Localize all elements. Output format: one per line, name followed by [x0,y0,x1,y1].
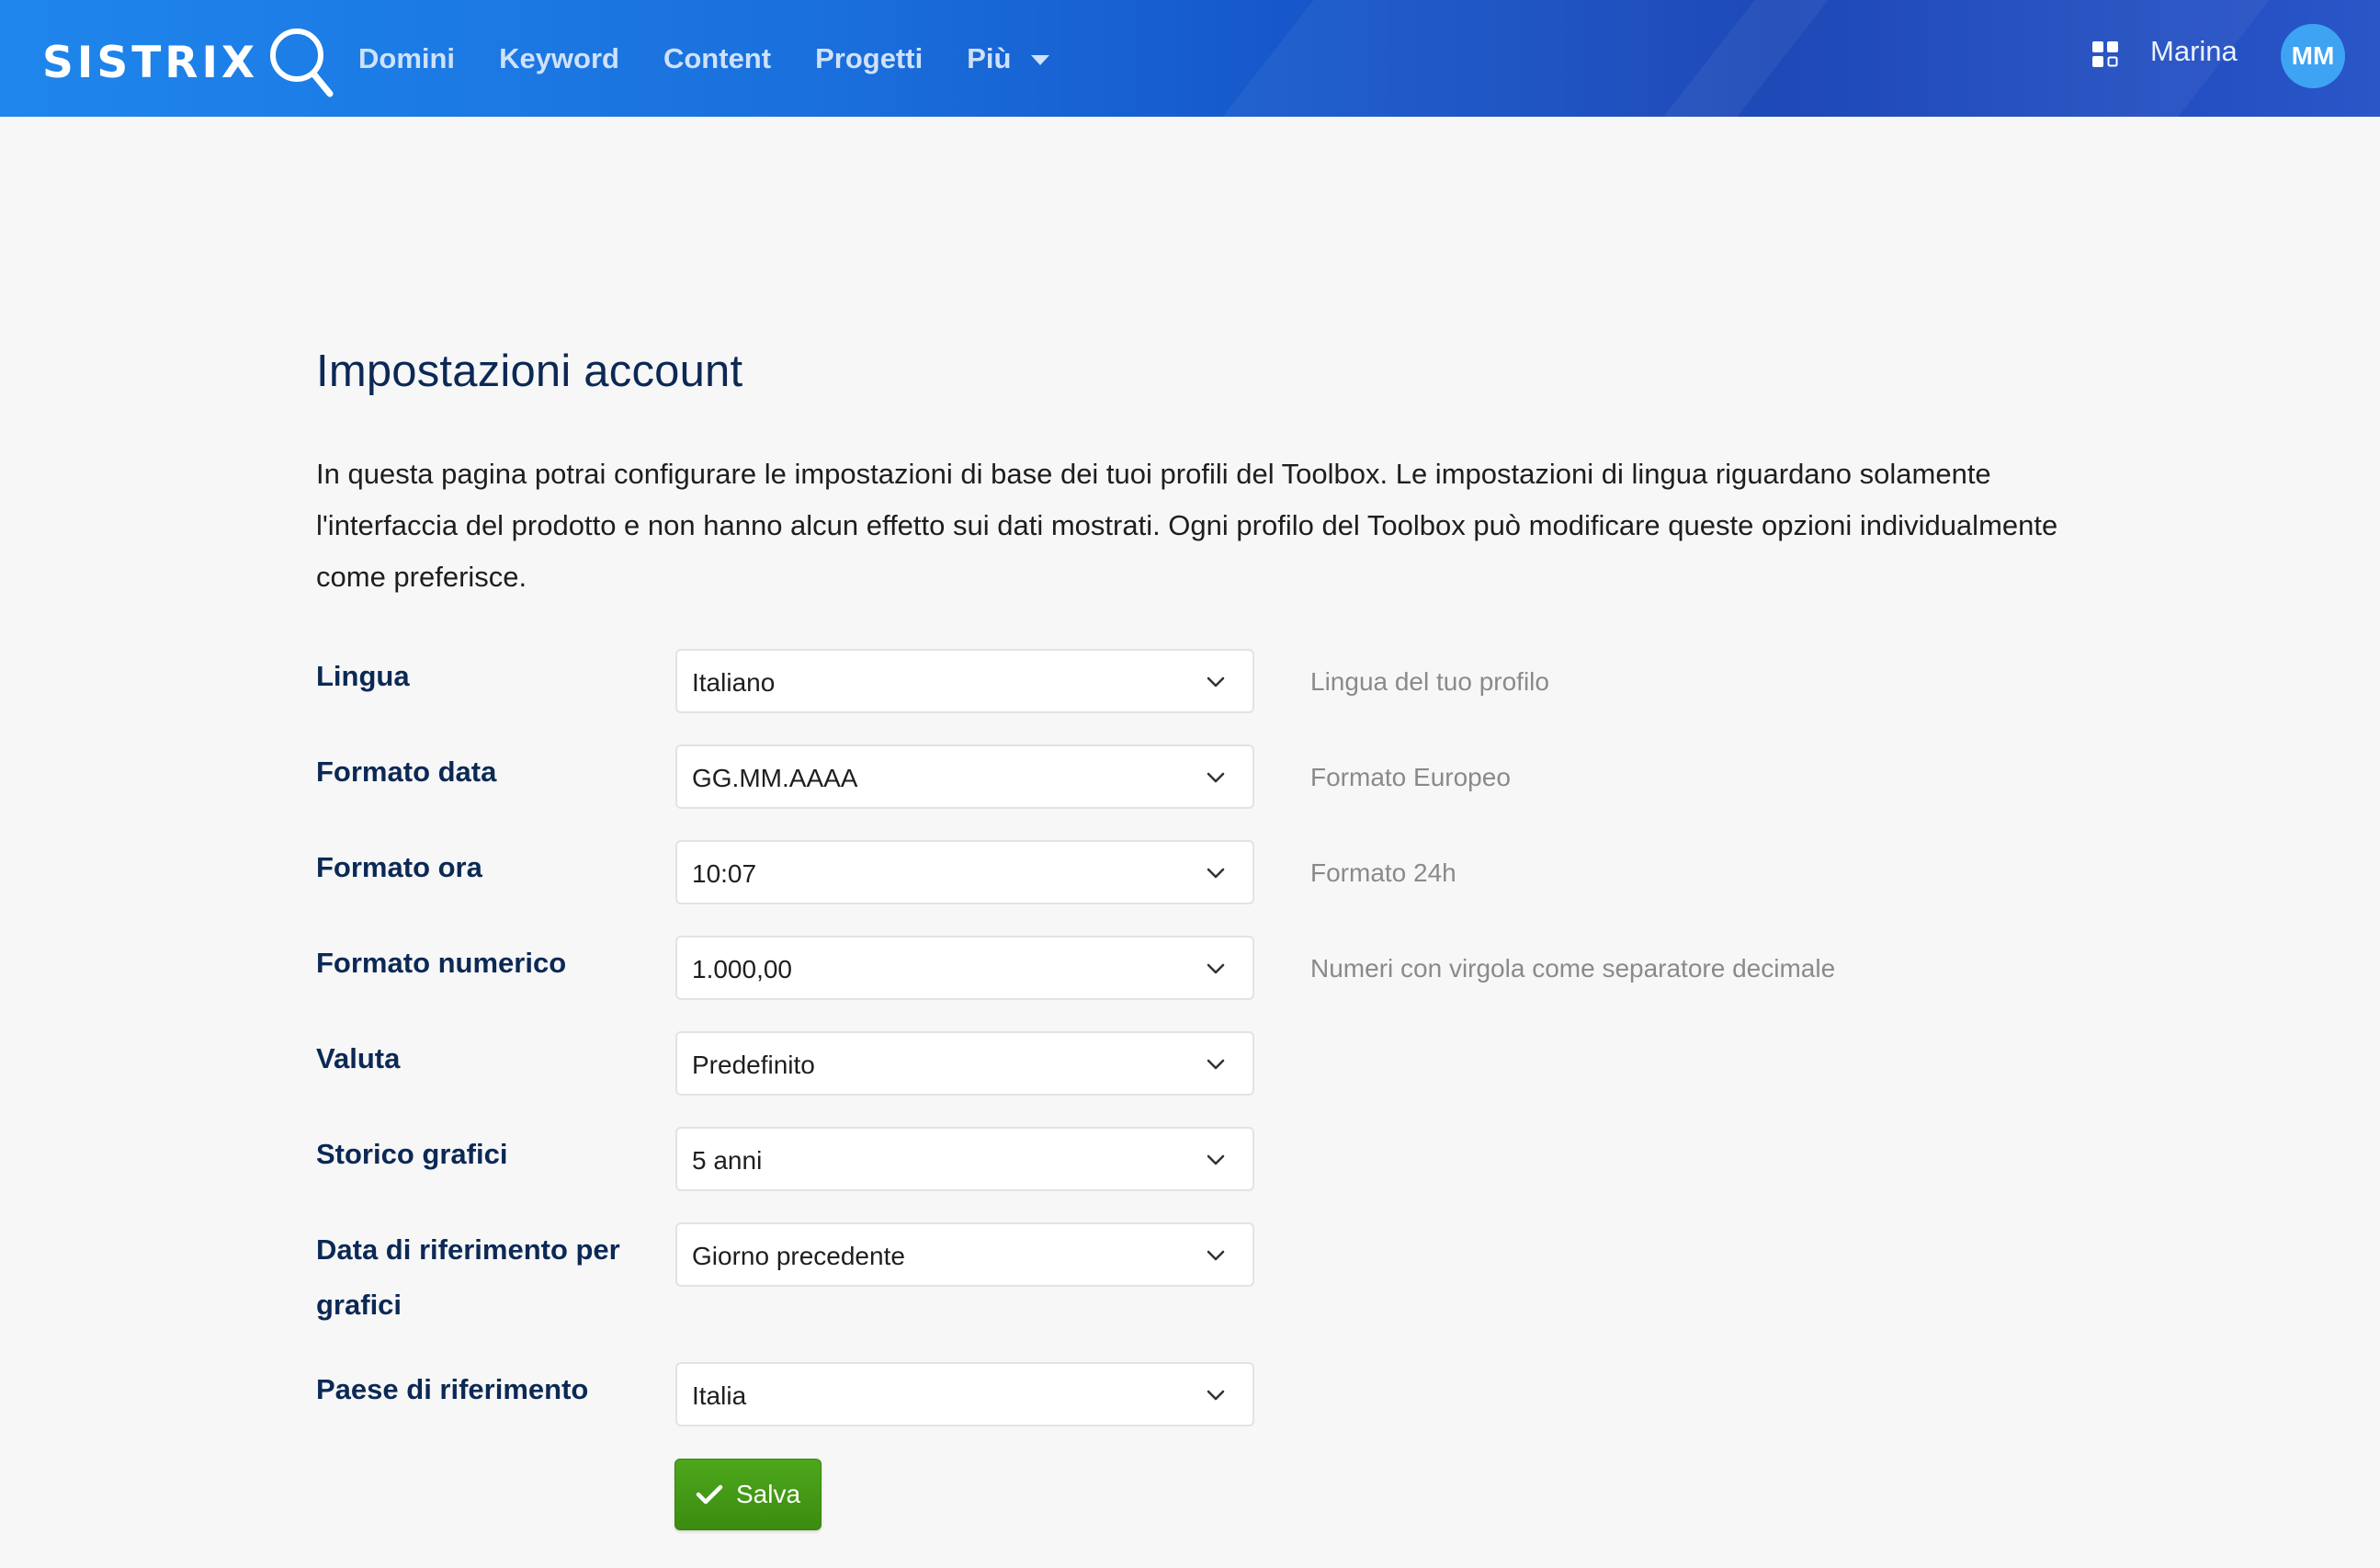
setting-label: Lingua [316,660,410,692]
select-value: Giorno precedente [692,1242,905,1270]
page-title: Impostazioni account [316,347,743,396]
chart-history-select[interactable]: 5 anni [675,1127,1254,1191]
save-button[interactable]: Salva [674,1459,822,1530]
check-icon [696,1484,723,1505]
avatar-initials: MM [2291,41,2335,70]
language-select[interactable]: Italiano [675,649,1254,713]
country-select[interactable]: Italia [675,1362,1254,1426]
nav-item-content[interactable]: Content [663,42,771,75]
nav-item-piu-dropdown[interactable]: Più [967,41,1050,75]
setting-hint: Lingua del tuo profilo [1310,667,1549,696]
chevron-down-icon [1207,963,1225,974]
top-navigation-bar: SISTRIX Domini Keyword Content Progetti … [0,0,2380,117]
setting-label: Formato numerico [316,947,567,979]
chevron-down-icon [1207,676,1225,687]
setting-label: Paese di riferimento [316,1373,589,1405]
nav-item-domini[interactable]: Domini [358,42,455,75]
nav-item-label: Progetti [815,41,924,74]
select-value: 1.000,00 [692,955,792,983]
nav-item-label: Content [663,41,772,74]
select-value: Italia [692,1381,747,1410]
select-value: 5 anni [692,1146,763,1175]
user-name[interactable]: Marina [2150,35,2238,68]
select-value: 10:07 [692,859,757,888]
setting-hint: Formato 24h [1310,858,1456,887]
setting-hint: Formato Europeo [1310,763,1511,791]
chevron-down-icon [1207,1059,1225,1070]
main-nav: Domini Keyword Content Progetti Più [358,0,1094,117]
reference-date-select[interactable]: Giorno precedente [675,1222,1254,1287]
number-format-select[interactable]: 1.000,00 [675,936,1254,1000]
setting-label: Formato data [316,756,497,788]
logo-text: SISTRIX [42,37,259,88]
chevron-down-icon [1207,1154,1225,1165]
chevron-down-icon [1207,772,1225,783]
setting-label: Data di riferimento per grafici [316,1233,620,1321]
setting-label: Valuta [316,1042,401,1074]
nav-item-keyword[interactable]: Keyword [499,42,619,75]
apps-grid-icon[interactable] [2091,40,2119,68]
user-avatar[interactable]: MM [2281,24,2345,88]
setting-label: Formato ora [316,851,482,883]
caret-down-icon [1031,55,1050,65]
currency-select[interactable]: Predefinito [675,1031,1254,1096]
intro-text: In questa pagina potrai configurare le i… [316,458,2058,593]
select-value: Predefinito [692,1051,815,1079]
save-button-label: Salva [735,1480,801,1508]
nav-item-label: Keyword [499,41,619,74]
select-value: GG.MM.AAAA [692,764,858,792]
select-value: Italiano [692,668,776,697]
magnifier-logo-icon [270,28,334,97]
chevron-down-icon [1207,1250,1225,1261]
chevron-down-icon [1207,868,1225,879]
nav-item-progetti[interactable]: Progetti [815,42,923,75]
nav-item-label: Domini [358,41,456,74]
time-format-select[interactable]: 10:07 [675,840,1254,904]
date-format-select[interactable]: GG.MM.AAAA [675,744,1254,809]
setting-hint: Numeri con virgola come separatore decim… [1310,954,1836,983]
chevron-down-icon [1207,1390,1225,1401]
sistrix-logo[interactable]: SISTRIX [42,26,335,99]
nav-item-label: Più [967,41,1012,74]
setting-label: Storico grafici [316,1138,508,1170]
